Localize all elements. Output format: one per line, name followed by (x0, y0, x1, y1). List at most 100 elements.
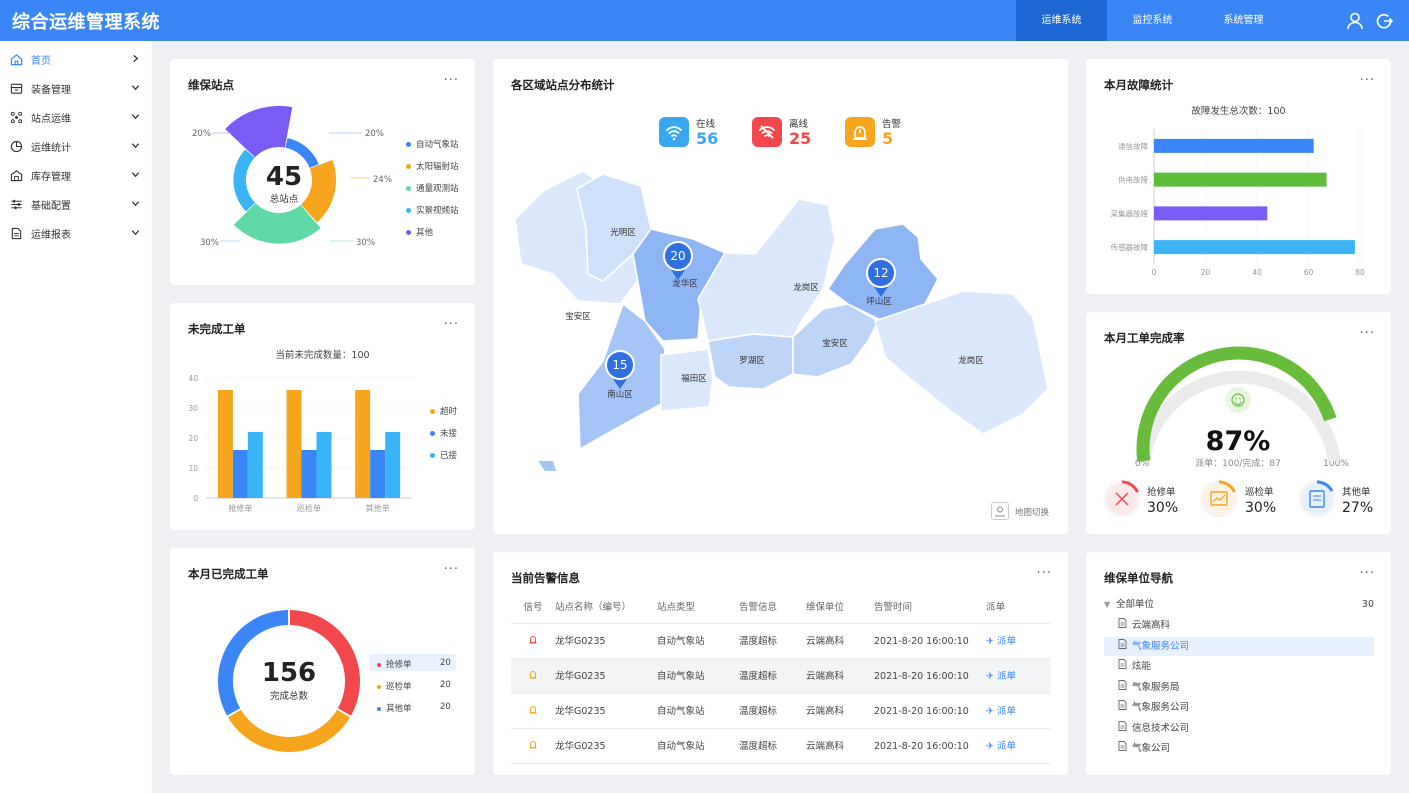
map-card: 各区域站点分布统计 在线 56 离线 25 告警 5 光明区 龙华区 龙岗区 坪… (493, 59, 1068, 534)
faults-bar-chart: 0 20 40 60 80 通信故障供电故障采集器故障传感器故障 (1111, 129, 1365, 277)
user-icon[interactable] (1345, 11, 1365, 31)
donut-slice (233, 149, 256, 212)
tree-item[interactable]: 炫能 (1104, 657, 1374, 676)
bar (1154, 206, 1268, 221)
tree-item[interactable]: 气象公司 (1104, 739, 1374, 758)
completion-value: 87% (1206, 426, 1271, 457)
inspection-value: 30% (1245, 500, 1277, 516)
district-label: 福田区 (681, 373, 707, 384)
topnav-monitor[interactable]: 监控系统 (1107, 0, 1198, 41)
legend-item[interactable]: 抢修单 20 (377, 658, 451, 670)
sidebar-item-equipment[interactable]: 装备管理 (0, 74, 152, 103)
legend-item: 实景视频站 (406, 204, 459, 216)
legend-item: 未接 (430, 427, 457, 439)
y-tick-label: 0 (193, 494, 198, 503)
stats-icon (10, 140, 23, 153)
svg-text:20: 20 (670, 249, 685, 263)
map-switch-icon[interactable] (991, 502, 1009, 520)
stations-donut-chart: 45 总站点 20% 24% 30% 30% 20% (192, 105, 392, 248)
dispatch-button[interactable]: ✈ 派单 (986, 624, 1046, 658)
tree-item[interactable]: 气象服务局 (1104, 678, 1374, 697)
sidebar-item-config[interactable]: 基础配置 (0, 190, 152, 219)
bar (1154, 240, 1355, 255)
sidebar-item-station[interactable]: 站点运维 (0, 103, 152, 132)
file-icon (1118, 719, 1132, 738)
more-button[interactable]: ··· (1037, 566, 1052, 581)
legend-item: 通量观测站 (406, 182, 459, 194)
sidebar-item-warehouse[interactable]: 库存管理 (0, 161, 152, 190)
top-bar: 综合运维管理系统 运维系统 监控系统 系统管理 (0, 0, 1409, 41)
district-label: 罗湖区 (739, 356, 765, 366)
repair-label: 抢修单 (1147, 487, 1176, 498)
tree-root[interactable]: ▼ 全部单位 30 (1104, 595, 1374, 614)
svg-text:15: 15 (612, 358, 627, 372)
district-label: 坪山区 (866, 296, 892, 307)
send-icon: ✈ (986, 706, 997, 717)
legend-item: 太阳辐射站 (406, 160, 459, 172)
y-tick-label: 10 (188, 464, 198, 473)
dispatch-button[interactable]: ✈ 派单 (986, 694, 1046, 728)
map-switch-label[interactable]: 地图切换 (1015, 506, 1049, 518)
file-icon (1118, 616, 1132, 635)
chevron-down-icon (131, 143, 140, 149)
file-icon (1118, 637, 1132, 656)
warehouse-icon (10, 170, 23, 182)
chevron-down-icon (131, 172, 140, 178)
sidebar-item-report[interactable]: 运维报表 (0, 219, 152, 248)
file-icon (1118, 739, 1132, 758)
bar (217, 390, 233, 498)
tree-item[interactable]: 信息技术公司 (1104, 719, 1374, 738)
units-card: 维保单位导航 ··· ▼ 全部单位 30 云端高科 气象服务公司 炫能 气象服务局 气象服… (1086, 552, 1391, 775)
more-button[interactable]: ··· (1360, 566, 1375, 581)
district-label: 南山区 (607, 389, 633, 400)
legend-item[interactable]: 其他单 20 (377, 702, 451, 714)
file-icon (1118, 698, 1132, 717)
bar (370, 450, 386, 498)
y-tick-label: 传感器故障 (1111, 242, 1149, 252)
other-label: 其他单 (1342, 487, 1371, 498)
topnav-ops[interactable]: 运维系统 (1016, 0, 1107, 41)
table-row[interactable]: 龙华G0235 自动气象站 温度超标 云端高科 2021-8-20 16:00:10 ✈… (511, 624, 1051, 659)
home-icon (10, 54, 23, 66)
sidebar-item-stats[interactable]: 运维统计 (0, 132, 152, 161)
logout-icon[interactable] (1374, 11, 1394, 31)
bar (247, 432, 263, 498)
x-tick-label: 0 (1152, 268, 1157, 277)
tree-item[interactable]: 气象服务公司 (1104, 636, 1374, 656)
tree-item[interactable]: 气象服务公司 (1104, 698, 1374, 717)
y-tick-label: 采集器故障 (1111, 208, 1149, 218)
tree-item[interactable]: 云端高科 (1104, 616, 1374, 635)
alarm-signal-icon (529, 636, 537, 644)
alarms-card: 当前告警信息 ··· 信号 站点名称（编号） 站点类型 告警信息 维保单位 告警时间 派单 … (493, 552, 1068, 775)
sidebar-item-home[interactable]: 首页 (0, 45, 152, 74)
topnav-system[interactable]: 系统管理 (1198, 0, 1289, 41)
stations-total: 45 (266, 162, 302, 192)
legend-item[interactable]: 巡检单 20 (377, 680, 451, 692)
district-label: 龙华区 (672, 278, 698, 289)
repair-value: 30% (1147, 500, 1179, 516)
stations-total-label: 总站点 (270, 193, 299, 205)
sidebar-item-label: 运维统计 (31, 143, 71, 154)
alarm-signal-icon (529, 741, 537, 749)
table-row[interactable]: 龙华G0235 自动气象站 温度超标 云端高科 2021-8-20 16:00:10 ✈… (511, 729, 1051, 764)
completion-detail: 派单：100/完成：87 (1195, 457, 1281, 469)
table-header: 信号 站点名称（编号） 站点类型 告警信息 维保单位 告警时间 派单 (511, 592, 1051, 624)
dispatch-button[interactable]: ✈ 派单 (986, 659, 1046, 693)
y-tick-label: 20 (188, 434, 198, 443)
district-label: 龙岗区 (793, 282, 819, 293)
alarm-signal-icon (529, 671, 537, 679)
table-row[interactable]: 龙华G0235 自动气象站 温度超标 云端高科 2021-8-20 16:00:10 ✈… (511, 659, 1051, 694)
chevron-down-icon (131, 85, 140, 91)
faults-card: 本月故障统计 ··· 故障发生总次数：100 0 20 40 60 80 通信故障 供电故障… (1086, 59, 1391, 294)
dispatch-button[interactable]: ✈ 派单 (986, 729, 1046, 763)
x-tick-label: 巡检单 (297, 503, 321, 513)
donut-slice (228, 709, 350, 752)
sidebar: 首页 装备管理 站点运维 运维统计 库存管理 基础配置 运维报表 (0, 41, 152, 793)
config-icon (11, 199, 22, 210)
station-icon (10, 111, 23, 124)
district-label: 宝安区 (565, 311, 591, 322)
district-map[interactable]: 光明区 龙华区 龙岗区 坪山区 宝安区 宝安区 罗湖区 福田区 龙岗区 南山区 … (493, 59, 1068, 534)
chevron-down-icon (131, 201, 140, 207)
table-row[interactable]: 龙华G0235 自动气象站 温度超标 云端高科 2021-8-20 16:00:10 ✈… (511, 694, 1051, 729)
bar (355, 390, 371, 498)
